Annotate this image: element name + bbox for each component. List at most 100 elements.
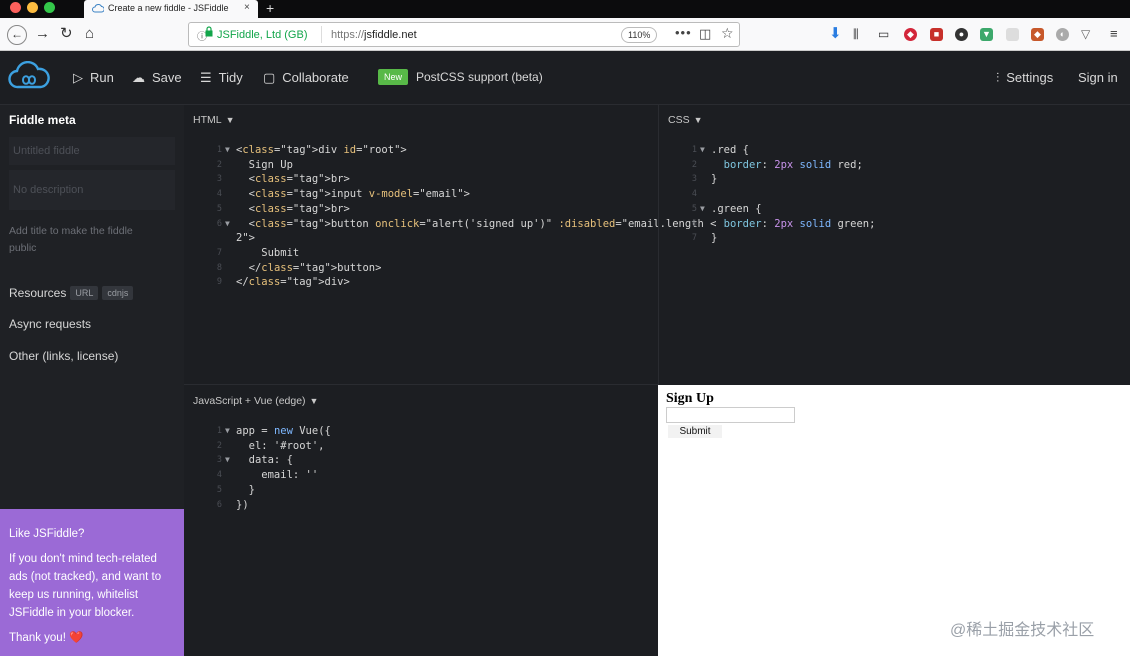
submit-button[interactable]: Submit [668,425,722,438]
code-text: <class="tag">input v-model="email"> [236,188,470,201]
sidebar-icon[interactable]: ▭ [878,25,889,43]
extension-dark-icon[interactable]: ● [955,28,968,41]
extension-orange-icon[interactable]: ◆ [1031,28,1044,41]
code-line[interactable]: 1 ▼ app = new Vue({ [210,424,650,439]
window-minimize-icon[interactable] [27,2,38,13]
site-identity[interactable]: JSFiddle, Ltd (GB) [217,29,307,41]
fold-toggle-icon[interactable]: ▼ [225,217,230,232]
home-icon[interactable]: ⌂ [85,25,94,43]
tab-close-icon[interactable]: × [244,2,250,13]
code-line[interactable]: 9 </class="tag">div> [210,275,650,290]
code-line[interactable]: 3} [685,172,1125,187]
browser-tab[interactable]: Create a new fiddle - JSFiddle [84,0,258,18]
pocket-icon[interactable]: ◫ [699,26,711,42]
css-panel-label[interactable]: CSS ▼ [668,114,703,126]
browser-nav-bar: ← → ↻ ⌂ ⓘ JSFiddle, Ltd (GB) https://jsf… [0,18,1130,51]
line-number: 3 [216,455,222,466]
code-line[interactable]: 6 ▼ <class="tag">button onclick="alert('s… [210,217,717,232]
back-icon[interactable]: ← [7,25,27,45]
code-line[interactable]: 4 <class="tag">input v-model="email"> [210,187,650,202]
line-number: 5 [216,203,222,214]
code-text: .green { [711,202,762,215]
code-line[interactable]: 7 Submit [210,246,650,261]
code-text: border: 2px solid green; [723,217,876,230]
collaborate-button[interactable]: ▢ Collaborate [263,70,349,86]
code-line[interactable]: 6}) [210,498,650,513]
new-tab-button[interactable]: + [266,0,274,16]
bookmark-star-icon[interactable]: ☆ [721,25,734,42]
code-line[interactable]: 2 el: '#root', [210,439,650,454]
sign-in-link[interactable]: Sign in [1078,70,1118,85]
fold-toggle-icon[interactable]: ▼ [700,143,705,158]
code-line[interactable]: 3 <class="tag">br> [210,172,650,187]
code-line[interactable]: 2"> [210,231,650,246]
line-number: 9 [216,277,222,288]
extension-red-icon[interactable]: ■ [930,28,943,41]
code-line[interactable]: 5 ▼ .green { [685,202,1125,217]
run-button[interactable]: ▷ Run [73,70,114,86]
page-actions-icon[interactable]: ••• [675,25,692,40]
resources-url-button[interactable]: URL [70,286,99,300]
js-editor[interactable]: 1 ▼ app = new Vue({2 el: '#root', 3 ▼ data: … [210,424,650,644]
fold-toggle-icon[interactable]: ▼ [225,424,230,439]
save-button[interactable]: ☁ Save [132,70,182,86]
tidy-button[interactable]: ☰ Tidy [200,70,243,86]
html-panel-label[interactable]: HTML ▼ [193,114,235,126]
html-editor[interactable]: 1 ▼ <class="tag">div id="root"> 2 Sign Up 3 … [210,143,717,383]
postcss-announcement[interactable]: PostCSS support (beta) [416,70,543,84]
jsfiddle-logo-icon[interactable] [8,60,50,96]
code-text: app = new Vue({ [236,425,331,437]
fold-toggle-icon[interactable]: ▼ [225,453,230,468]
fiddle-title-input[interactable] [9,137,175,165]
url-bar[interactable]: ⓘ JSFiddle, Ltd (GB) https://jsfiddle.ne… [188,22,740,47]
window-close-icon[interactable] [10,2,21,13]
window-zoom-icon[interactable] [44,2,55,13]
url-text[interactable]: https://jsfiddle.net [331,29,417,41]
downloads-icon[interactable]: ⬇ [829,25,842,43]
ublock-icon[interactable]: ◆ [904,28,917,41]
code-line[interactable]: 2 border: 2px solid red; [685,158,1125,173]
other-links-license-section[interactable]: Other (links, license) [9,349,118,363]
line-number: 6 [216,499,222,510]
resources-cdnjs-button[interactable]: cdnjs [102,286,134,300]
zoom-level[interactable]: 110% [621,27,658,43]
js-panel-label[interactable]: JavaScript + Vue (edge) ▼ [193,395,318,407]
reload-icon[interactable]: ↻ [60,25,73,43]
shield-icon[interactable]: ▼ [980,28,993,41]
code-line[interactable]: 4 email: '' [210,468,650,483]
code-line[interactable]: 5 } [210,483,650,498]
cloud-upload-icon: ☁ [132,70,145,85]
code-line[interactable]: 2 Sign Up [210,158,650,173]
email-input[interactable] [666,407,795,423]
sliders-icon: ⫶ [996,70,1000,85]
line-number: 5 [691,203,697,214]
line-number: 1 [216,145,222,155]
async-requests-section[interactable]: Async requests [9,317,91,331]
code-line[interactable]: 1 ▼ .red { [685,143,1125,158]
fold-toggle-icon[interactable]: ▼ [700,202,705,217]
library-icon[interactable]: ⫼ [853,25,859,43]
forward-icon[interactable]: → [35,25,50,43]
extension-circle-icon[interactable]: ◐ [1056,28,1069,41]
css-editor[interactable]: 1 ▼ .red {2 border: 2px solid red; 3} 4 5 ▼ .gr… [685,143,1125,383]
fold-toggle-icon[interactable]: ▼ [225,143,230,158]
extension-v-icon[interactable]: ▽ [1081,25,1090,43]
settings-button[interactable]: ⫶ Settings [996,70,1053,86]
line-number: 4 [216,189,222,200]
code-line[interactable]: 8 </class="tag">button> [210,261,650,276]
line-number: 6 [691,218,697,229]
line-number: 2 [216,159,222,170]
resources-section[interactable]: Resources URL cdnjs [9,286,134,300]
code-line[interactable]: 1 ▼ <class="tag">div id="root"> [210,143,650,158]
result-heading: Sign Up [666,391,714,406]
code-line[interactable]: 7} [685,231,1125,246]
extension-gray-icon[interactable] [1006,28,1019,41]
panel-divider[interactable] [184,384,658,385]
code-line[interactable]: 3 ▼ data: { [210,453,650,468]
code-line[interactable]: 6 border: 2px solid green; [685,217,1125,232]
fiddle-description-input[interactable] [9,170,175,210]
code-line[interactable]: 5 <class="tag">br> [210,202,650,217]
menu-icon[interactable]: ≡ [1110,25,1118,43]
code-line[interactable]: 4 [685,187,1125,202]
code-text: } [711,232,718,245]
